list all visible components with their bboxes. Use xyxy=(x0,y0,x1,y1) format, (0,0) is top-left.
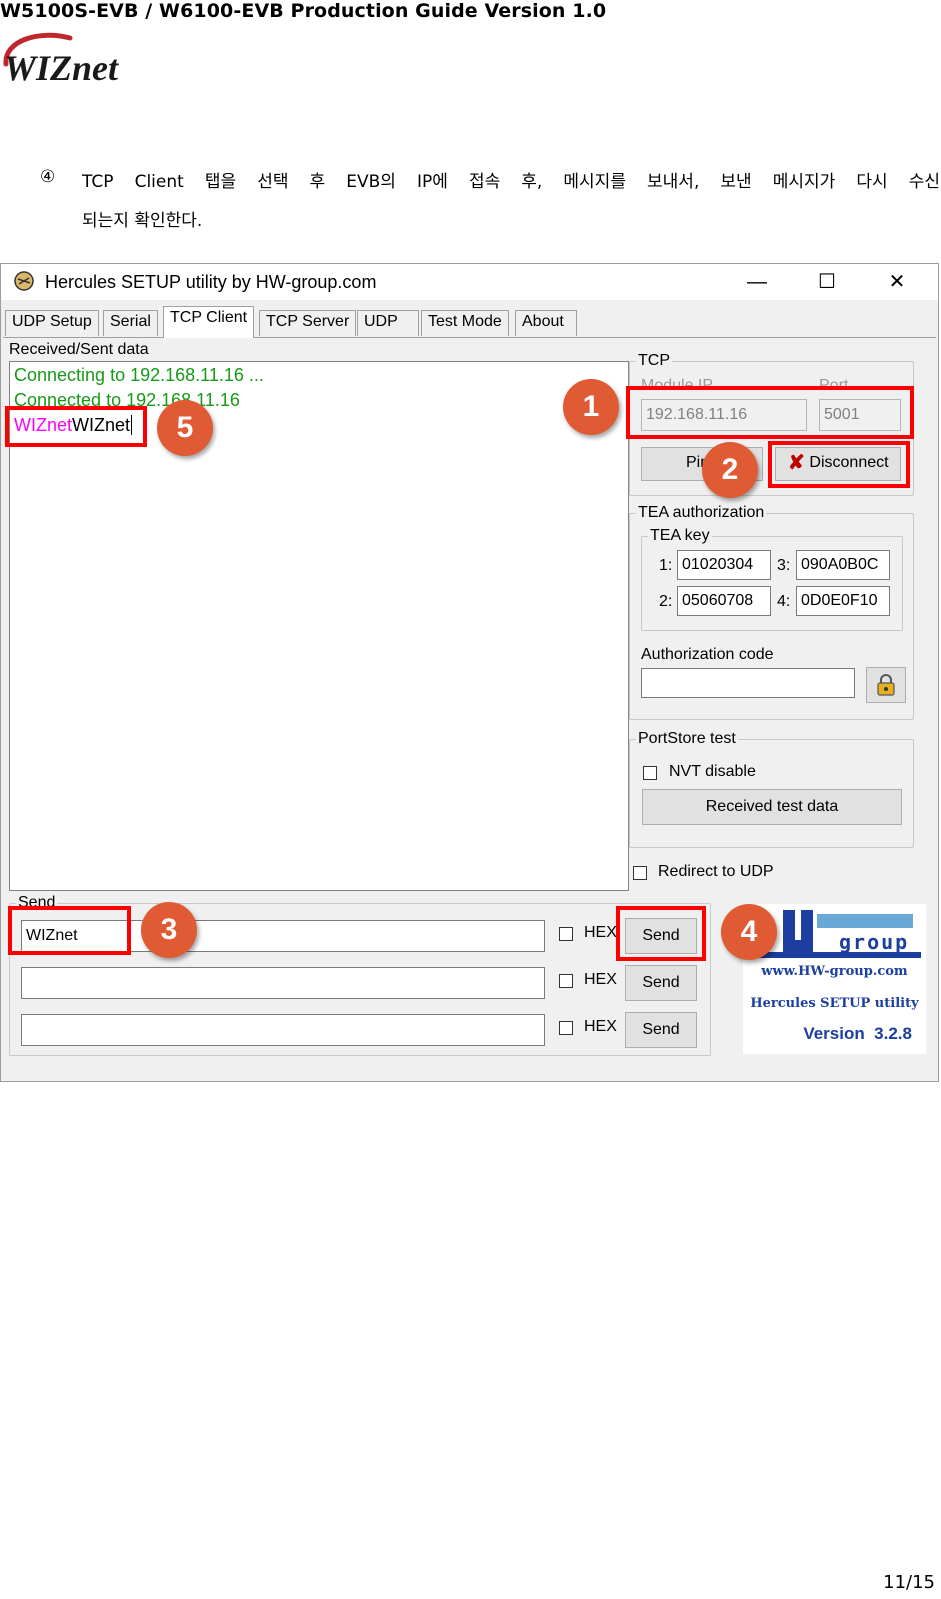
tab-tcp-server[interactable]: TCP Server xyxy=(259,310,357,336)
tab-test-mode[interactable]: Test Mode xyxy=(421,310,509,336)
nvt-disable-label: NVT disable xyxy=(669,763,756,780)
lock-button[interactable] xyxy=(866,667,906,703)
tab-udp[interactable]: UDP xyxy=(357,310,419,336)
hw-version: Version 3.2.8 xyxy=(803,1024,912,1043)
svg-text:WIZnet: WIZnet xyxy=(4,48,119,88)
hex-checkbox-3[interactable] xyxy=(559,1021,573,1035)
received-sent-label: Received/Sent data xyxy=(9,341,149,358)
send-button-3[interactable]: Send xyxy=(625,1012,697,1048)
maximize-button[interactable]: ☐ xyxy=(797,264,857,300)
minimize-button[interactable]: — xyxy=(727,264,787,300)
tea-legend: TEA authorization xyxy=(638,504,765,521)
annotation-badge-1: 1 xyxy=(563,379,619,435)
tea-key-3-input[interactable]: 090A0B0C xyxy=(796,550,890,580)
annotation-badge-2: 2 xyxy=(702,442,758,498)
annotation-badge-5: 5 xyxy=(157,400,213,456)
tea-key-4-label: 4: xyxy=(777,593,791,610)
authorization-code-label: Authorization code xyxy=(641,646,774,663)
tcp-legend: TCP xyxy=(638,352,670,369)
send-button-2[interactable]: Send xyxy=(625,965,697,1001)
tea-key-legend: TEA key xyxy=(650,527,710,544)
annotation-box-1 xyxy=(626,386,914,439)
step-number: ④ xyxy=(40,167,56,187)
lock-icon xyxy=(877,674,895,696)
tea-key-1-input[interactable]: 01020304 xyxy=(677,550,771,580)
hw-brand: group xyxy=(839,930,910,954)
tea-key-1-label: 1: xyxy=(659,557,673,574)
annotation-box-4 xyxy=(616,906,706,961)
tab-divider xyxy=(3,337,936,338)
hw-url: www.HW-group.com xyxy=(761,964,908,979)
send-input-2[interactable] xyxy=(21,967,545,999)
step-text-line1: TCP Client 탭을 선택 후 EVB의 IP에 접속 후, 메시지를 보… xyxy=(82,172,940,192)
close-button[interactable]: ✕ xyxy=(867,264,927,300)
redirect-udp-label: Redirect to UDP xyxy=(658,863,774,880)
annotation-badge-4: 4 xyxy=(721,904,777,960)
hercules-app-icon xyxy=(14,271,34,291)
received-line-connecting: Connecting to 192.168.11.16 ... xyxy=(14,365,264,385)
tea-key-2-label: 2: xyxy=(659,593,673,610)
annotation-box-2 xyxy=(768,441,910,488)
tea-key-3-label: 3: xyxy=(777,557,791,574)
window-title: Hercules SETUP utility by HW-group.com xyxy=(45,272,377,292)
document-header: W5100S-EVB / W6100-EVB Production Guide … xyxy=(0,0,607,22)
send-input-3[interactable] xyxy=(21,1014,545,1046)
tab-about[interactable]: About xyxy=(515,310,577,336)
hex-label-2: HEX xyxy=(584,971,617,988)
annotation-badge-3: 3 xyxy=(141,902,197,958)
step-text-line2: 되는지 확인한다. xyxy=(82,211,203,231)
annotation-box-3 xyxy=(8,906,131,955)
tea-key-4-input[interactable]: 0D0E0F10 xyxy=(796,586,890,616)
tab-serial[interactable]: Serial xyxy=(103,310,158,336)
hex-label-3: HEX xyxy=(584,1018,617,1035)
nvt-disable-checkbox[interactable] xyxy=(643,766,657,780)
portstore-legend: PortStore test xyxy=(638,730,736,747)
hex-checkbox-1[interactable] xyxy=(559,927,573,941)
redirect-udp-checkbox[interactable] xyxy=(633,866,647,880)
annotation-box-5 xyxy=(5,406,147,447)
tab-tcp-client[interactable]: TCP Client xyxy=(163,306,255,338)
hex-checkbox-2[interactable] xyxy=(559,974,573,988)
title-bar: Hercules SETUP utility by HW-group.com —… xyxy=(1,264,938,300)
authorization-code-input[interactable] xyxy=(641,668,855,698)
wiznet-logo: WIZnet xyxy=(3,32,119,88)
hex-label-1: HEX xyxy=(584,924,617,941)
tea-key-2-input[interactable]: 05060708 xyxy=(677,586,771,616)
received-test-data-button[interactable]: Received test data xyxy=(642,789,902,825)
page-number: 11/15 xyxy=(883,1572,935,1593)
tab-udp-setup[interactable]: UDP Setup xyxy=(5,310,99,336)
hw-product: Hercules SETUP utility xyxy=(750,996,919,1011)
